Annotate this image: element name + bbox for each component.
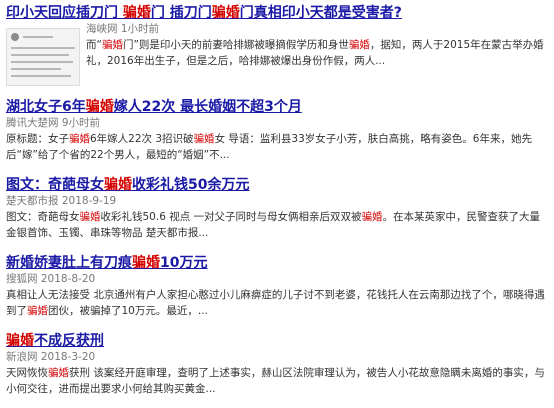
snippet-text: 团伙，被骗掉了10万元。最近，... <box>48 305 208 317</box>
title-text: 图文：奇葩母女 <box>6 177 104 193</box>
highlighted-keyword: 骗婚 <box>101 39 123 51</box>
result-source: 海峡网 <box>86 23 118 35</box>
thumbnail-line <box>11 54 69 56</box>
result-meta: 海峡网 1小时前 <box>86 22 550 37</box>
result-snippet: 天网恢恢骗婚获刑 该案经开庭审理，查明了上述事实，赫山区法院审理认为，被告人小花… <box>6 365 550 397</box>
thumbnail-line <box>11 61 73 63</box>
result-source: 腾讯大楚网 <box>6 117 59 129</box>
result-meta: 新浪网 2018-3-20 <box>6 350 550 365</box>
result-source: 搜狐网 <box>6 273 38 285</box>
result-meta: 楚天都市报 2018-9-19 <box>6 194 550 209</box>
result-title-2[interactable]: 湖北女子6年骗婚嫁人22次 最长婚姻不超3个月 <box>6 98 550 116</box>
snippet-text: 原标题：女子 <box>6 133 69 145</box>
title-text: 湖北女子6年 <box>6 99 86 115</box>
result-title-3[interactable]: 图文：奇葩母女骗婚收彩礼钱50余万元 <box>6 176 550 194</box>
title-text: 新婚娇妻肚上有刀痕 <box>6 255 132 271</box>
highlighted-keyword: 骗婚 <box>79 211 101 223</box>
result-thumbnail[interactable] <box>6 28 80 86</box>
result-title-1[interactable]: 印小天回应插刀门 骗婚门 插刀门骗婚门真相印小天都是受害者? <box>6 4 550 22</box>
snippet-text: 收彩礼钱50.6 视点 一对父子同时与母女俩相亲后双双被 <box>100 211 362 223</box>
snippet-text: 6年嫁人22次 3招识破 <box>90 133 194 145</box>
highlighted-keyword: 骗婚 <box>211 5 240 21</box>
thumbnail-line <box>11 75 71 77</box>
snippet-text: 天网恢恢 <box>6 367 48 379</box>
thumbnail-line <box>23 36 53 38</box>
snippet-text: 门”则是印小天的前妻哈排娜被曝摘假学历和身世 <box>122 39 349 51</box>
highlighted-keyword: 骗婚 <box>27 305 48 317</box>
title-text: 10万元 <box>160 255 208 271</box>
title-text: 嫁人22次 最长婚姻不超3个月 <box>113 99 302 115</box>
title-text: 门 插刀门 <box>150 5 212 21</box>
highlighted-keyword: 骗婚 <box>48 367 69 379</box>
result-time: 1小时前 <box>120 23 160 35</box>
highlighted-keyword: 骗婚 <box>361 211 383 223</box>
highlighted-keyword: 骗婚 <box>104 177 132 193</box>
snippet-text: 获刑 该案经开庭审理，查明了上述事实，赫山区法院审理认为，被告人小花故意隐瞒未离… <box>6 367 545 395</box>
highlighted-keyword: 骗婚 <box>132 255 160 271</box>
result-snippet: 原标题：女子骗婚6年嫁人22次 3招识破骗婚女 导语：监利县33岁女子小芳，肤白… <box>6 131 550 163</box>
result-meta: 搜狐网 2018-8-20 <box>6 272 550 287</box>
result-time: 2018-8-20 <box>40 273 96 285</box>
highlighted-keyword: 骗婚 <box>69 133 90 145</box>
result-time: 2018-3-20 <box>40 351 96 363</box>
highlighted-keyword: 骗婚 <box>6 333 34 349</box>
snippet-text: 图文：奇葩母女 <box>6 211 80 223</box>
result-snippet: 图文：奇葩母女骗婚收彩礼钱50.6 视点 一对父子同时与母女俩相亲后双双被骗婚。… <box>6 209 550 241</box>
title-text: 不成反获刑 <box>34 333 104 349</box>
search-result-5: 骗婚不成反获刑 新浪网 2018-3-20 天网恢恢骗婚获刑 该案经开庭审理，查… <box>6 332 550 397</box>
highlighted-keyword: 骗婚 <box>85 99 114 115</box>
result-source: 楚天都市报 <box>6 195 59 207</box>
result-time: 2018-9-19 <box>61 195 117 207</box>
highlighted-keyword: 骗婚 <box>348 39 370 51</box>
snippet-text: 而“ <box>86 39 102 51</box>
search-result-2: 湖北女子6年骗婚嫁人22次 最长婚姻不超3个月 腾讯大楚网 9小时前 原标题：女… <box>6 98 550 163</box>
thumbnail-line <box>11 47 75 49</box>
result-title-5[interactable]: 骗婚不成反获刑 <box>6 332 550 350</box>
result-title-4[interactable]: 新婚娇妻肚上有刀痕骗婚10万元 <box>6 254 550 272</box>
result-snippet: 而“骗婚门”则是印小天的前妻哈排娜被曝摘假学历和身世骗婚，据知，两人于2015年… <box>86 37 550 69</box>
search-result-3: 图文：奇葩母女骗婚收彩礼钱50余万元 楚天都市报 2018-9-19 图文：奇葩… <box>6 176 550 241</box>
result-source: 新浪网 <box>6 351 38 363</box>
highlighted-keyword: 骗婚 <box>193 133 215 145</box>
result-meta: 腾讯大楚网 9小时前 <box>6 116 550 131</box>
title-text: 收彩礼钱50余万元 <box>132 177 250 193</box>
highlighted-keyword: 骗婚 <box>122 5 151 21</box>
search-result-4: 新婚娇妻肚上有刀痕骗婚10万元 搜狐网 2018-8-20 真相让人无法接受 北… <box>6 254 550 319</box>
search-result-1: 印小天回应插刀门 骗婚门 插刀门骗婚门真相印小天都是受害者? 海峡网 1小时前 … <box>6 4 550 92</box>
result-snippet: 真相让人无法接受 北京通州有户人家担心憨过小儿麻痹症的儿子讨不到老婆，花钱托人在… <box>6 287 550 319</box>
thumbnail-line <box>11 68 61 70</box>
result-time: 9小时前 <box>61 117 101 129</box>
thumbnail-avatar <box>11 33 19 41</box>
title-text: 门真相印小天都是受害者? <box>239 5 402 21</box>
title-text: 印小天回应插刀门 <box>6 5 123 21</box>
